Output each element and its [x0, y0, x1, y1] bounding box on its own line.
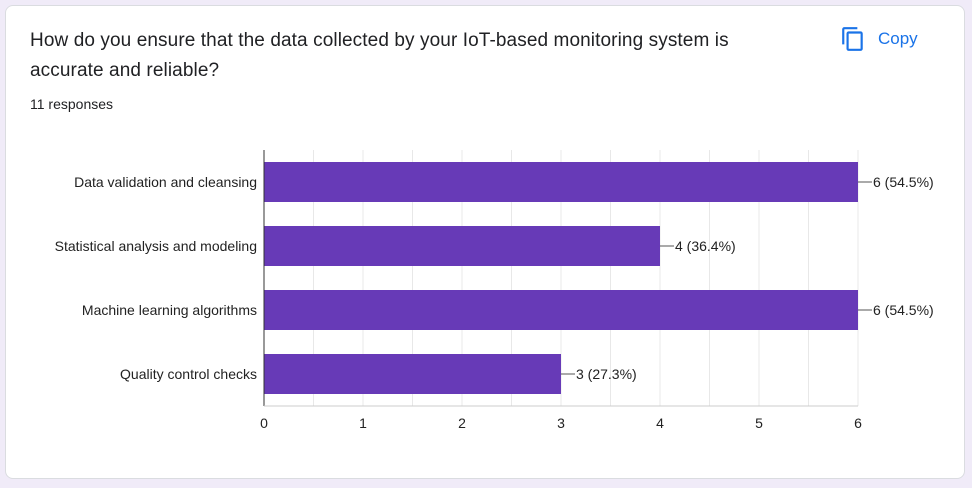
value-label: 4 (36.4%) [675, 238, 736, 254]
bar [264, 290, 858, 330]
x-tick-label: 5 [755, 415, 763, 431]
x-tick-label: 2 [458, 415, 466, 431]
category-label: Quality control checks [120, 366, 257, 382]
x-tick-label: 4 [656, 415, 664, 431]
value-label: 3 (27.3%) [576, 366, 637, 382]
value-label: 6 (54.5%) [873, 174, 934, 190]
value-label: 6 (54.5%) [873, 302, 934, 318]
bar [264, 226, 660, 266]
category-label: Statistical analysis and modeling [55, 238, 257, 254]
x-tick-label: 3 [557, 415, 565, 431]
x-tick-label: 6 [854, 415, 862, 431]
category-label: Data validation and cleansing [74, 174, 257, 190]
x-tick-label: 1 [359, 415, 367, 431]
x-tick-label: 0 [260, 415, 268, 431]
bar-chart: Data validation and cleansing 6 (54.5%) St… [55, 150, 934, 431]
category-label: Machine learning algorithms [82, 302, 257, 318]
bar [264, 162, 858, 202]
bar [264, 354, 561, 394]
